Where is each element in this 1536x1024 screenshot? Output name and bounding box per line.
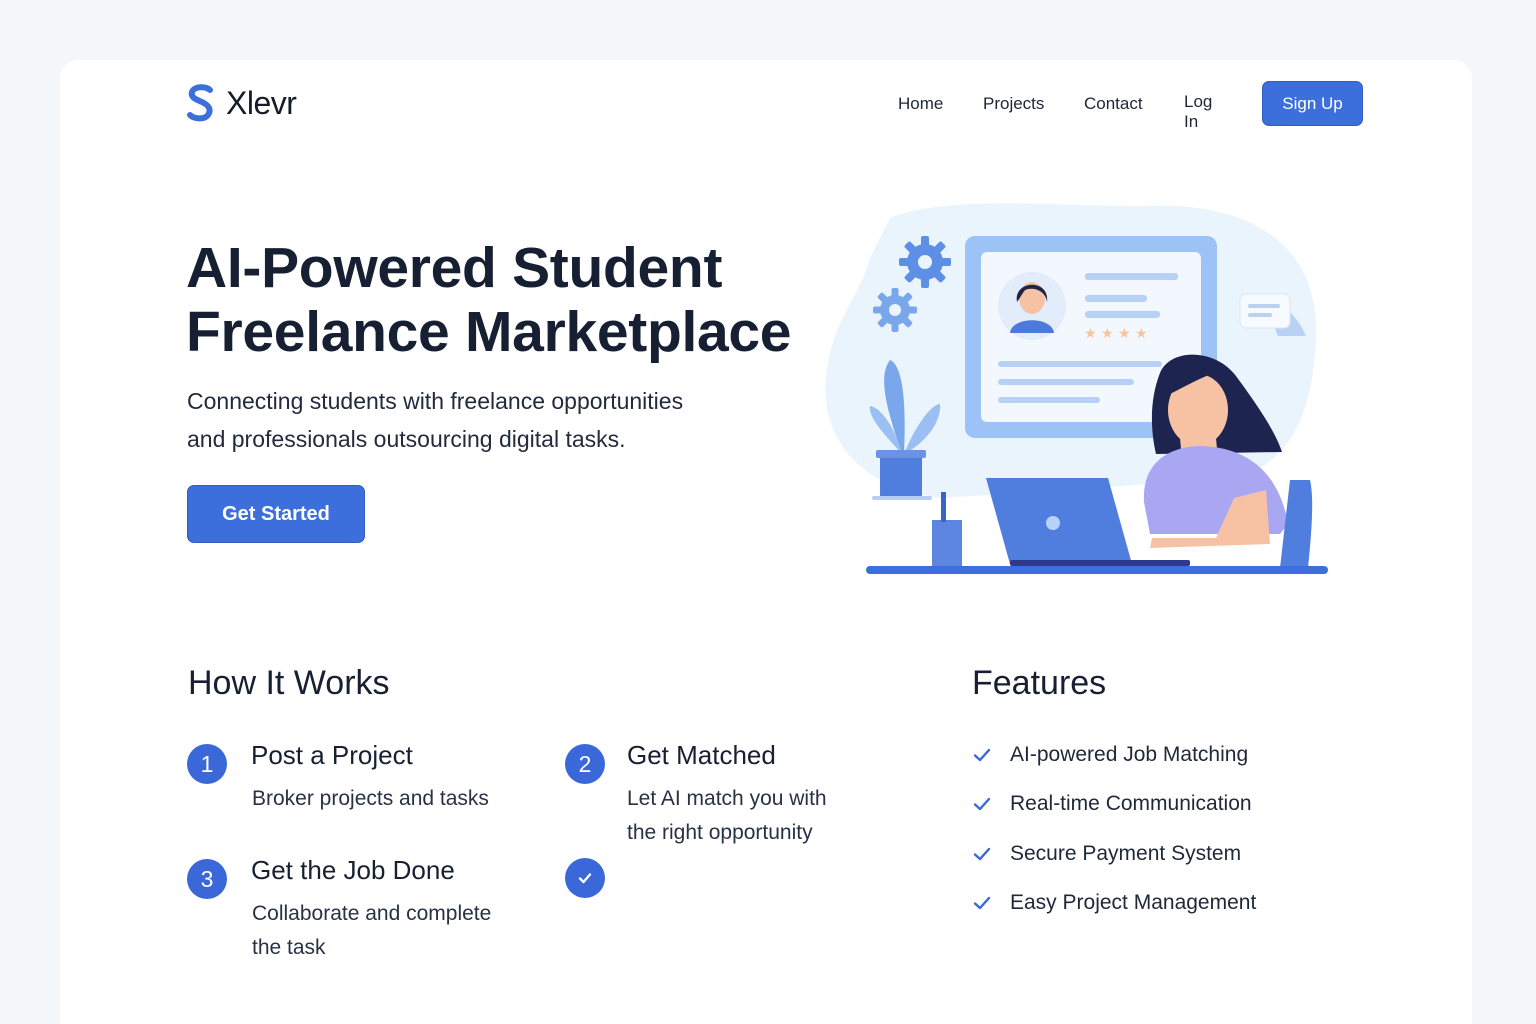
gear-icon bbox=[899, 236, 951, 288]
feature-item: Easy Project Management bbox=[972, 879, 1256, 929]
feature-label: Easy Project Management bbox=[1010, 891, 1257, 915]
checkmark-icon bbox=[973, 748, 991, 761]
hero-title-line1: AI-Powered Student bbox=[186, 236, 723, 300]
hero-title-line2: Freelance Marketplace bbox=[186, 300, 792, 364]
student-laptop-illustration: ★ ★ ★ ★ bbox=[825, 203, 1328, 574]
step-2-title: Get Matched bbox=[627, 740, 776, 770]
get-started-button[interactable]: Get Started bbox=[187, 485, 365, 543]
svg-text:★ ★ ★ ★: ★ ★ ★ ★ bbox=[1084, 326, 1148, 342]
step-complete-check-icon bbox=[565, 858, 605, 898]
nav-projects-link[interactable]: Projects bbox=[983, 94, 1044, 114]
step-2-description: Let AI match you with the right opportun… bbox=[627, 782, 827, 850]
step-3-description-line1: Collaborate and complete bbox=[252, 902, 492, 925]
features-list: AI-powered Job Matching Real-time Commun… bbox=[972, 730, 1256, 928]
step-2-description-line1: Let AI match you with bbox=[627, 787, 827, 810]
feature-item: Real-time Communication bbox=[972, 780, 1256, 830]
brand-name: Xlevr bbox=[226, 84, 297, 121]
hero-title: AI-Powered Student Freelance Marketplace bbox=[186, 236, 826, 364]
how-it-works-heading: How It Works bbox=[188, 664, 390, 702]
feature-label: AI-powered Job Matching bbox=[1010, 742, 1249, 766]
signup-button[interactable]: Sign Up bbox=[1262, 81, 1363, 126]
hero-subtitle-line2: and professionals outsourcing digital ta… bbox=[187, 426, 626, 452]
checkmark-icon bbox=[973, 798, 991, 811]
brand-logo[interactable]: Xlevr bbox=[186, 84, 297, 122]
logo-s-icon bbox=[187, 84, 213, 122]
step-1-title: Post a Project bbox=[251, 740, 413, 770]
step-1-description: Broker projects and tasks bbox=[252, 787, 489, 810]
step-2-number: 2 bbox=[565, 744, 605, 784]
feature-label: Real-time Communication bbox=[1010, 792, 1252, 816]
step-3-title: Get the Job Done bbox=[251, 855, 455, 885]
checkmark-icon bbox=[973, 847, 991, 860]
feature-label: Secure Payment System bbox=[1010, 841, 1242, 865]
feature-item: Secure Payment System bbox=[972, 829, 1256, 879]
nav-login-link[interactable]: Log In bbox=[1184, 92, 1212, 132]
step-3-description-line2: the task bbox=[252, 936, 326, 959]
step-3-number: 3 bbox=[187, 859, 227, 899]
step-2-description-line2: the right opportunity bbox=[627, 821, 813, 844]
step-1-number: 1 bbox=[187, 744, 227, 784]
step-3-description: Collaborate and complete the task bbox=[252, 897, 491, 965]
features-heading: Features bbox=[972, 664, 1107, 702]
nav-contact-link[interactable]: Contact bbox=[1084, 94, 1143, 114]
nav-home-link[interactable]: Home bbox=[898, 94, 943, 114]
hero-subtitle: Connecting students with freelance oppor… bbox=[187, 382, 767, 458]
checkmark-icon bbox=[973, 897, 991, 910]
gear-small-icon bbox=[873, 288, 917, 332]
hero-subtitle-line1: Connecting students with freelance oppor… bbox=[187, 388, 684, 414]
feature-item: AI-powered Job Matching bbox=[972, 730, 1256, 780]
